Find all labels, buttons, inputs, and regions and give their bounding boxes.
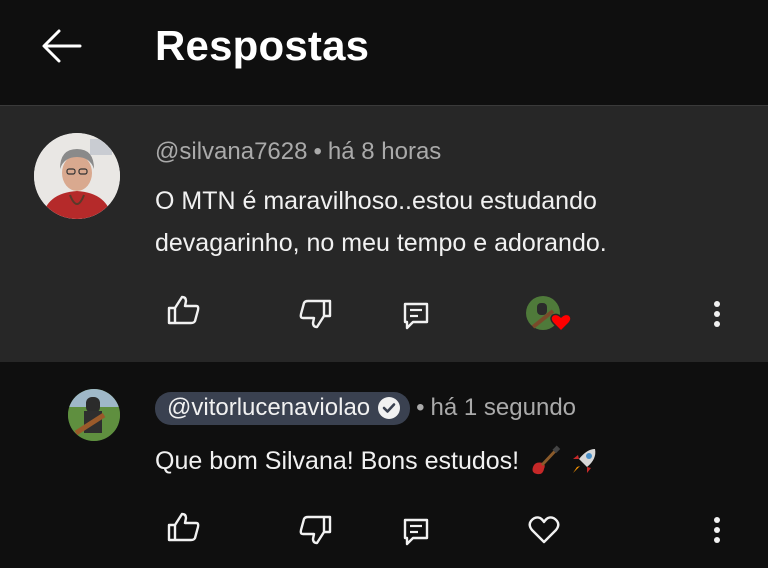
avatar[interactable] <box>34 133 120 219</box>
page-title: Respostas <box>155 22 370 69</box>
comment-text: O MTN é maravilhoso..estou estudando dev… <box>155 180 607 264</box>
reply-text-content: Que bom Silvana! Bons estudos! <box>155 447 520 475</box>
comment-text-line-1: O MTN é maravilhoso..estou estudando <box>155 187 597 215</box>
comment-time: há 8 horas <box>327 138 442 165</box>
app-header: Respostas <box>0 0 768 106</box>
reply-meta: @vitorlucenaviolao • há 1 segundo <box>155 392 576 425</box>
reply-time: há 1 segundo <box>430 394 577 421</box>
separator-dot: • <box>313 138 322 165</box>
highlighted-comment: @silvana7628 • há 8 horas O MTN é maravilh… <box>0 106 768 362</box>
reply-button[interactable] <box>396 512 436 552</box>
comment-meta: @silvana7628 • há 8 horas <box>155 138 441 166</box>
thumb-up-icon <box>167 512 200 542</box>
comment-author[interactable]: @silvana7628 <box>155 138 307 165</box>
thumb-down-icon <box>299 299 332 329</box>
reply-author: @vitorlucenaviolao <box>167 394 371 421</box>
like-button[interactable] <box>160 288 208 332</box>
heart-button[interactable] <box>522 508 566 552</box>
more-vert-icon <box>714 517 720 543</box>
avatar[interactable] <box>68 389 120 441</box>
dislike-button[interactable] <box>291 508 339 552</box>
more-options-button[interactable] <box>700 292 734 336</box>
reply-icon <box>403 302 429 330</box>
reply-text: Que bom Silvana! Bons estudos! <box>155 440 601 482</box>
avatar-image <box>68 389 120 441</box>
creator-heart <box>522 292 574 336</box>
arrow-left-icon <box>42 29 82 63</box>
like-button[interactable] <box>160 505 208 549</box>
reply-icon <box>403 518 429 546</box>
verified-icon <box>378 397 401 419</box>
more-vert-icon <box>714 301 720 327</box>
creator-heart-icon <box>526 296 572 333</box>
avatar-image <box>34 133 120 219</box>
comment-text-line-2: devagarinho, no meu tempo e adorando. <box>155 229 607 257</box>
thumb-up-icon <box>167 295 200 325</box>
thumb-down-icon <box>299 515 332 545</box>
rocket-icon <box>569 445 601 477</box>
more-options-button[interactable] <box>700 508 734 552</box>
separator-dot: • <box>416 394 425 421</box>
dislike-button[interactable] <box>291 292 339 336</box>
heart-outline-icon <box>528 516 560 544</box>
reply-comment: @vitorlucenaviolao • há 1 segundo Que bom… <box>0 362 768 568</box>
channel-owner-chip[interactable]: @vitorlucenaviolao <box>155 392 411 425</box>
guitar-icon <box>529 445 561 477</box>
back-button[interactable] <box>36 24 86 68</box>
reply-button[interactable] <box>396 296 436 336</box>
